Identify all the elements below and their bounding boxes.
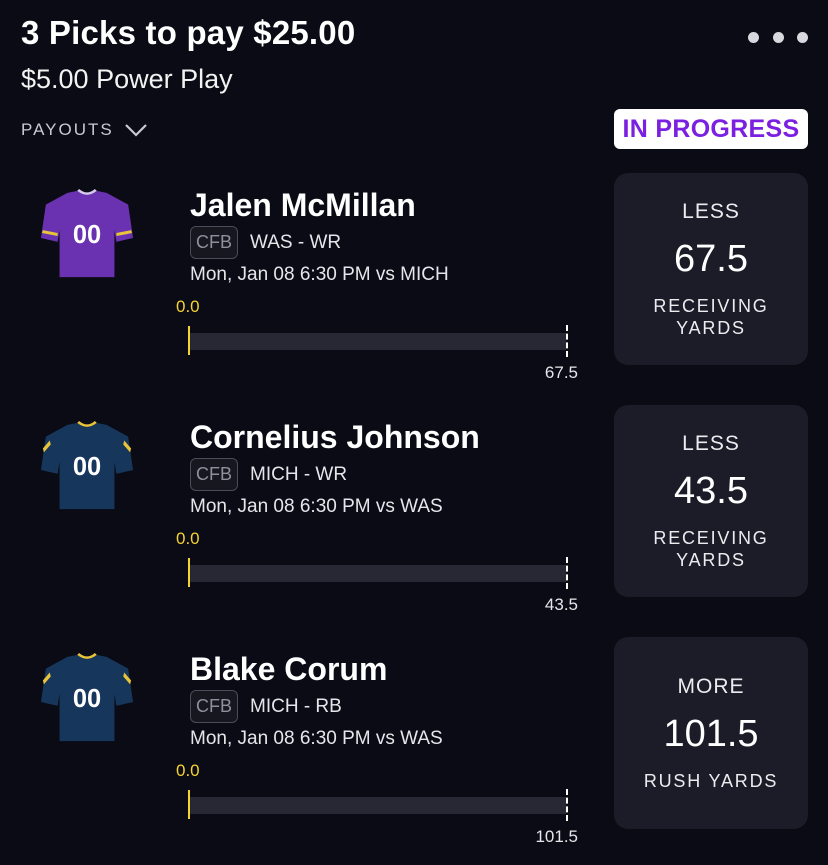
player-name: Cornelius Johnson	[190, 419, 480, 455]
jersey-navy-icon: 00	[40, 420, 134, 510]
team-position: MICH - RB	[250, 696, 342, 717]
pick-line: 101.5	[663, 712, 759, 755]
progress-current-value: 0.0	[176, 297, 200, 316]
progress-current-value: 0.0	[176, 761, 200, 780]
pick-direction: LESS	[682, 199, 740, 223]
progress-target-label: 101.5	[535, 827, 578, 846]
league-badge: CFB	[190, 690, 238, 723]
progress-target-marker	[566, 325, 568, 357]
progress-start-marker	[188, 790, 190, 819]
entry-subtitle: $5.00 Power Play	[21, 64, 233, 94]
progress-target-label: 67.5	[544, 363, 578, 382]
progress-start-marker	[188, 326, 190, 355]
dot-icon	[772, 31, 784, 43]
payouts-label: PAYOUTS	[21, 120, 114, 139]
pick-stat: RUSH YARDS	[643, 770, 779, 791]
pick-line: 43.5	[674, 469, 748, 512]
pick-row: 00 Blake Corum CFB MICH - RB Mon, Jan 08…	[0, 637, 828, 851]
game-info: Mon, Jan 08 6:30 PM vs WAS	[190, 728, 443, 749]
player-name: Blake Corum	[190, 651, 388, 687]
progress-target-marker	[566, 789, 568, 821]
svg-text:00: 00	[73, 685, 101, 713]
progress-current-value: 0.0	[176, 529, 200, 548]
pick-row: 00 Cornelius Johnson CFB MICH - WR Mon, …	[0, 405, 828, 619]
chevron-down-icon	[124, 124, 147, 137]
jersey-navy-icon: 00	[40, 652, 134, 742]
pick-line: 67.5	[674, 237, 748, 280]
progress-start-marker	[188, 558, 190, 587]
status-badge: IN PROGRESS	[614, 109, 808, 149]
pick-stat: RECEIVING YARDS	[653, 527, 769, 570]
team-position: MICH - WR	[250, 464, 348, 485]
pick-card[interactable]: LESS 43.5 RECEIVING YARDS	[614, 405, 808, 597]
progress-target-marker	[566, 557, 568, 589]
progress-track	[190, 565, 566, 582]
league-badge: CFB	[190, 458, 238, 491]
player-name: Jalen McMillan	[190, 187, 416, 223]
progress-target-label: 43.5	[544, 595, 578, 614]
league-badge: CFB	[190, 226, 238, 259]
team-position: WAS - WR	[250, 232, 342, 253]
jersey-purple-icon: 00	[40, 188, 134, 278]
payouts-toggle[interactable]: PAYOUTS	[21, 120, 148, 140]
pick-direction: MORE	[677, 674, 745, 698]
dot-icon	[748, 31, 759, 43]
progress-track	[190, 333, 566, 350]
dot-icon	[797, 31, 808, 43]
svg-text:00: 00	[73, 221, 101, 249]
page-title: 3 Picks to pay $25.00	[21, 14, 356, 51]
pick-card[interactable]: MORE 101.5 RUSH YARDS	[614, 637, 808, 829]
pick-card[interactable]: LESS 67.5 RECEIVING YARDS	[614, 173, 808, 365]
progress-track	[190, 797, 566, 814]
pick-direction: LESS	[682, 431, 740, 455]
more-options-button[interactable]	[748, 28, 808, 46]
pick-row: 00 Jalen McMillan CFB WAS - WR Mon, Jan …	[0, 173, 828, 387]
svg-text:00: 00	[73, 453, 101, 481]
game-info: Mon, Jan 08 6:30 PM vs MICH	[190, 264, 449, 285]
game-info: Mon, Jan 08 6:30 PM vs WAS	[190, 496, 443, 517]
pick-stat: RECEIVING YARDS	[653, 295, 769, 338]
